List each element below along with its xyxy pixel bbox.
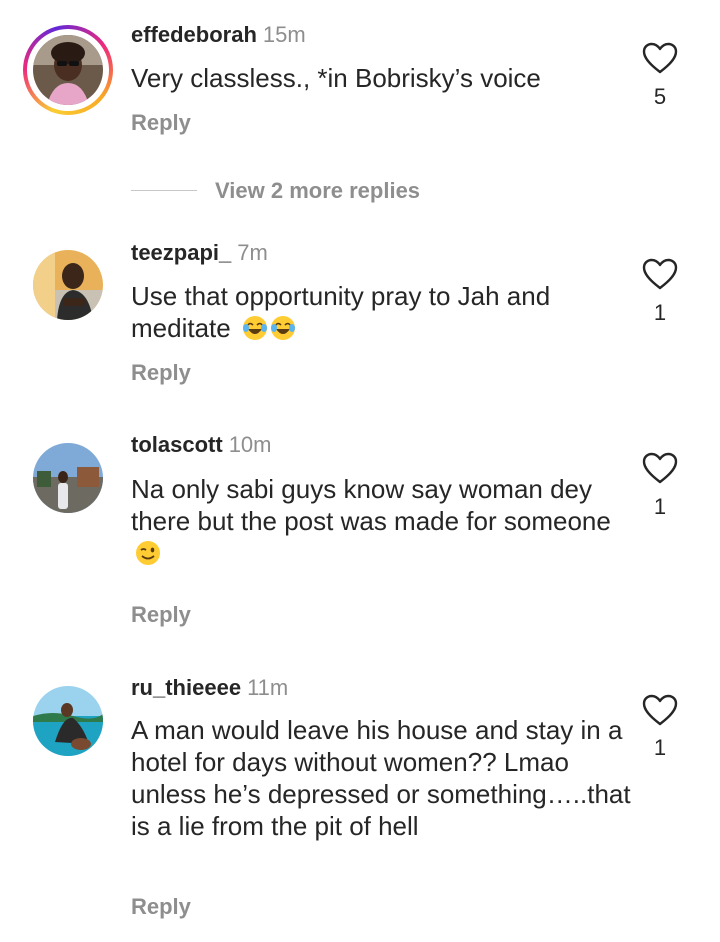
timestamp: 11m	[247, 675, 289, 700]
avatar[interactable]	[33, 250, 103, 320]
reply-button[interactable]: Reply	[131, 894, 191, 920]
heart-outline-icon[interactable]	[642, 42, 678, 74]
timestamp: 15m	[262, 22, 306, 47]
timestamp: 7m	[237, 240, 268, 265]
like-count: 1	[653, 494, 667, 519]
username[interactable]: ru_thieeee	[131, 675, 241, 700]
comment-text: A man would leave his house and stay in …	[131, 714, 631, 842]
face-with-tears-of-joy-icon	[242, 316, 267, 340]
winking-face-icon	[136, 541, 160, 565]
comment-meta: effedeborah 15m	[131, 22, 306, 48]
reply-button[interactable]: Reply	[131, 110, 191, 136]
like-count: 5	[653, 84, 667, 109]
story-ring[interactable]	[23, 25, 113, 115]
comment-meta: tolascott 10m	[131, 432, 271, 458]
reply-button[interactable]: Reply	[131, 602, 191, 628]
comment-body: Na only sabi guys know say woman dey the…	[131, 474, 611, 536]
comment-text: Use that opportunity pray to Jah and med…	[131, 280, 631, 344]
username[interactable]: tolascott	[131, 432, 223, 457]
avatar-photo	[33, 250, 103, 320]
avatar-photo	[33, 443, 103, 513]
face-with-tears-of-joy-icon	[270, 316, 295, 340]
avatar-photo	[33, 686, 103, 756]
heart-outline-icon[interactable]	[642, 452, 678, 484]
username[interactable]: effedeborah	[131, 22, 257, 47]
avatar-photo	[33, 35, 103, 105]
comment-body: Use that opportunity pray to Jah and med…	[131, 281, 551, 343]
comment-body: A man would leave his house and stay in …	[131, 715, 631, 841]
comment-text: Very classless., *in Bobrisky’s voice	[131, 62, 631, 94]
username[interactable]: teezpapi_	[131, 240, 231, 265]
comment-body: Very classless., *in Bobrisky’s voice	[131, 63, 541, 93]
replies-divider-line	[131, 190, 197, 191]
avatar[interactable]	[33, 35, 103, 105]
heart-outline-icon[interactable]	[642, 694, 678, 726]
avatar[interactable]	[33, 443, 103, 513]
reply-button[interactable]: Reply	[131, 360, 191, 386]
heart-outline-icon[interactable]	[642, 258, 678, 290]
comment-meta: ru_thieeee 11m	[131, 675, 288, 701]
comment-meta: teezpapi_ 7m	[131, 240, 268, 266]
view-more-replies[interactable]: View 2 more replies	[131, 178, 451, 204]
like-count: 1	[653, 735, 667, 760]
avatar[interactable]	[33, 686, 103, 756]
comment-text: Na only sabi guys know say woman dey the…	[131, 473, 631, 569]
view-more-replies-label[interactable]: View 2 more replies	[215, 178, 420, 204]
like-count: 1	[653, 300, 667, 325]
timestamp: 10m	[228, 432, 272, 457]
